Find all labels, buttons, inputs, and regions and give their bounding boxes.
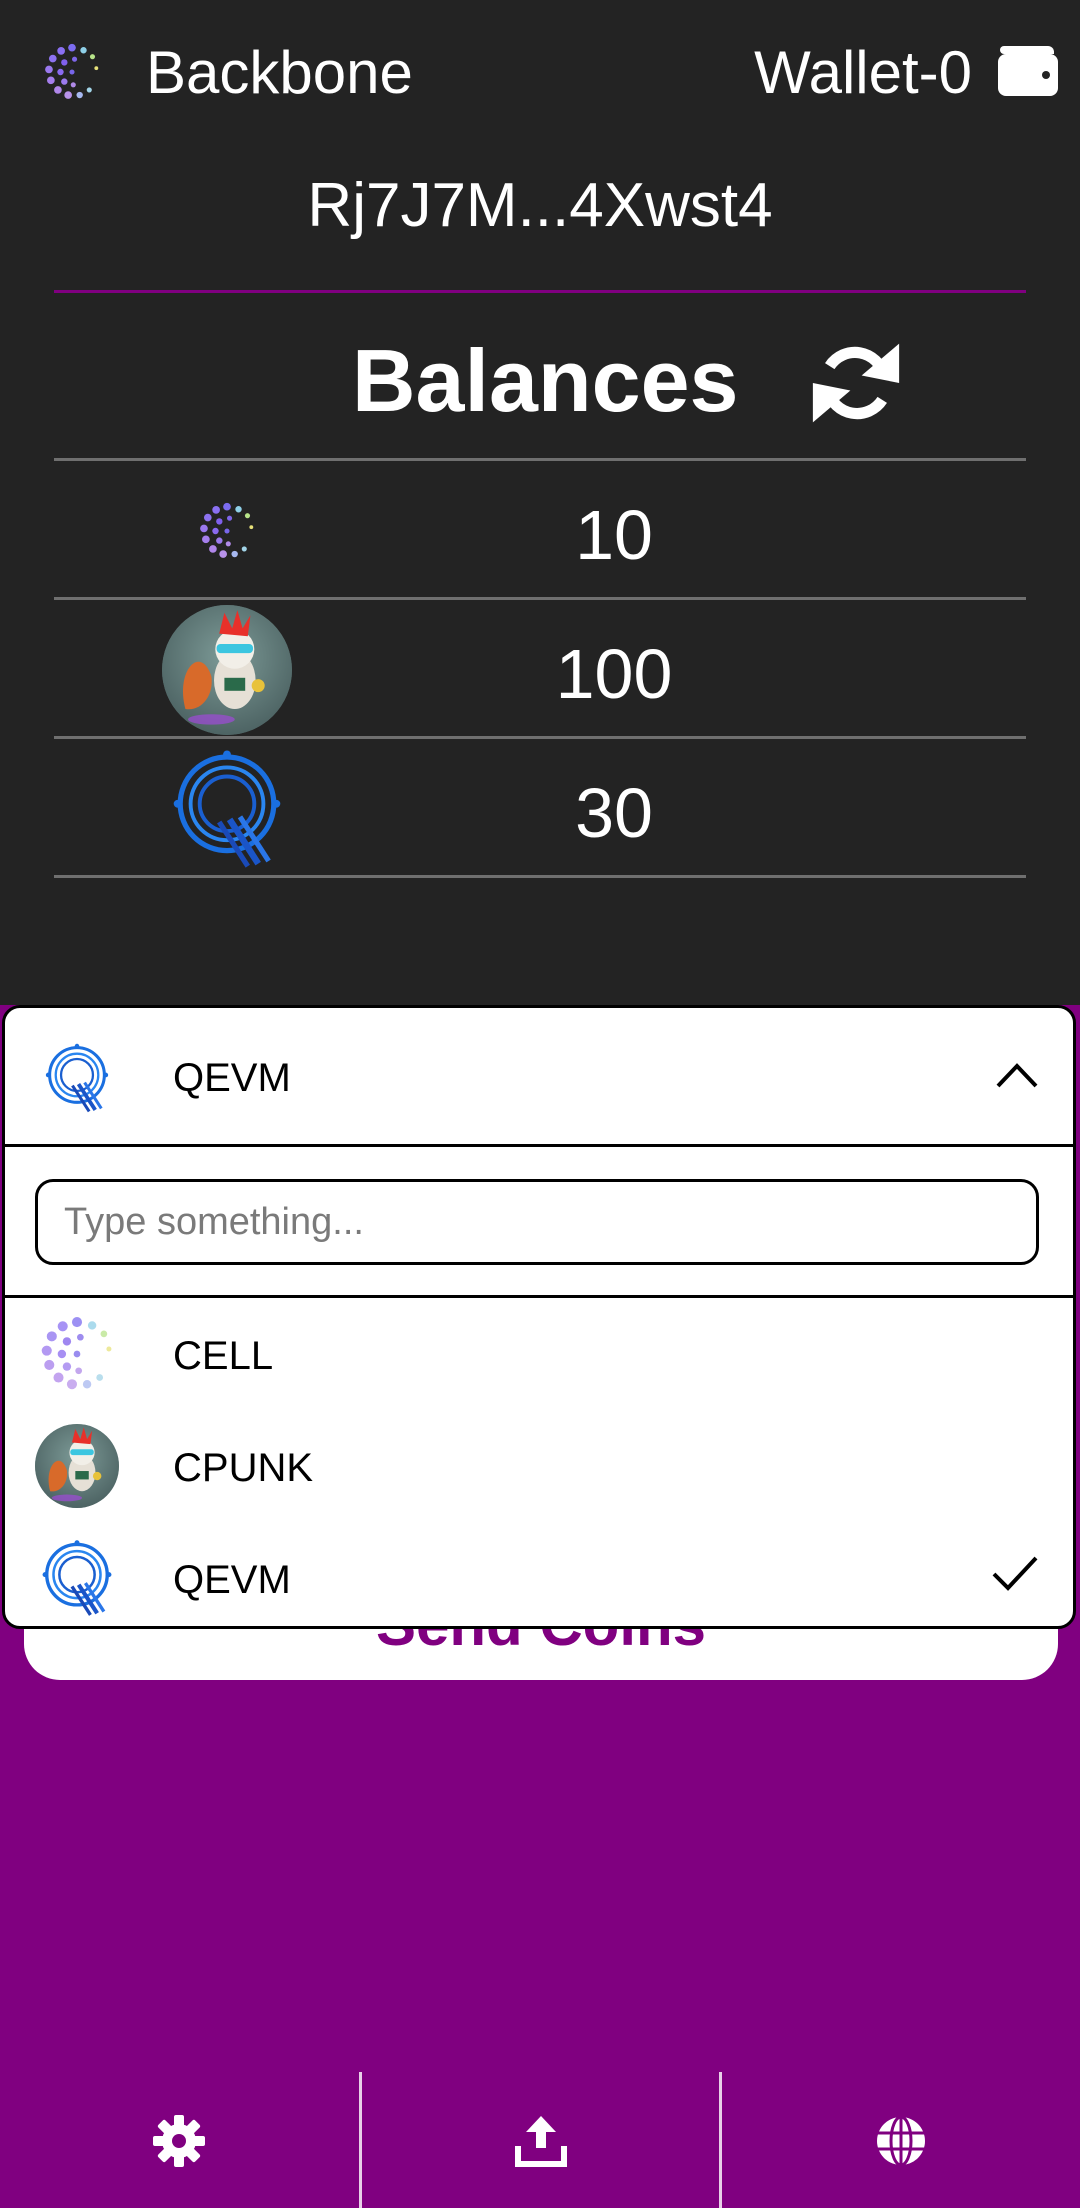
cpunk-token-icon [162, 605, 292, 735]
balance-amount: 30 [575, 774, 653, 852]
token-search-input[interactable] [35, 1179, 1039, 1265]
refresh-icon[interactable] [808, 338, 904, 428]
balance-row-cpunk: 100 [54, 597, 1026, 736]
globe-icon [877, 2115, 925, 2167]
balances-table: 10 100 30 [54, 458, 1026, 878]
balance-row-cell: 10 [54, 458, 1026, 597]
token-options-list: CELL CPUNK QEVM [5, 1298, 1073, 1629]
gear-icon [153, 2115, 205, 2167]
wallet-name[interactable]: Wallet-0 [754, 38, 972, 107]
cell-token-icon [200, 502, 254, 558]
qevm-token-icon [35, 1536, 119, 1620]
app-title: Backbone [146, 39, 413, 106]
divider [54, 290, 1026, 293]
token-select-dropdown[interactable]: QEVM CELL CPUNK QEVM [2, 1005, 1076, 1629]
bottom-nav [0, 2072, 1080, 2208]
balance-amount: 10 [575, 496, 653, 574]
balance-row-qevm: 30 [54, 736, 1026, 878]
wallet-address[interactable]: Rj7J7M...4Xwst4 [0, 170, 1080, 241]
upload-icon [515, 2116, 567, 2167]
selected-token-label: QEVM [173, 1056, 291, 1100]
app-header: Backbone Wallet-0 [0, 0, 1080, 150]
token-option-cell[interactable]: CELL [5, 1298, 1073, 1410]
cell-token-icon [41, 1317, 112, 1390]
network-button[interactable] [722, 2072, 1080, 2208]
token-option-qevm[interactable]: QEVM [5, 1522, 1073, 1629]
upload-button[interactable] [362, 2072, 720, 2208]
chevron-up-icon[interactable] [995, 1060, 1039, 1090]
token-option-cpunk[interactable]: CPUNK [5, 1410, 1073, 1522]
token-option-label: QEVM [173, 1558, 291, 1602]
qevm-token-icon [162, 744, 292, 874]
wallet-overview: Backbone Wallet-0 Rj7J7M...4Xwst4 Balanc… [0, 0, 1080, 1005]
token-search-container [5, 1147, 1073, 1298]
settings-button[interactable] [0, 2072, 358, 2208]
token-select-header[interactable]: QEVM [5, 1008, 1073, 1147]
balances-title: Balances [352, 331, 739, 430]
balance-amount: 100 [555, 635, 673, 713]
token-option-label: CPUNK [173, 1446, 314, 1490]
qevm-token-icon [43, 1041, 111, 1114]
token-option-label: CELL [173, 1334, 274, 1378]
checkmark-icon [992, 1556, 1038, 1591]
cpunk-token-icon [35, 1424, 119, 1508]
backbone-logo-icon [45, 43, 99, 99]
wallet-icon[interactable] [996, 42, 1060, 98]
